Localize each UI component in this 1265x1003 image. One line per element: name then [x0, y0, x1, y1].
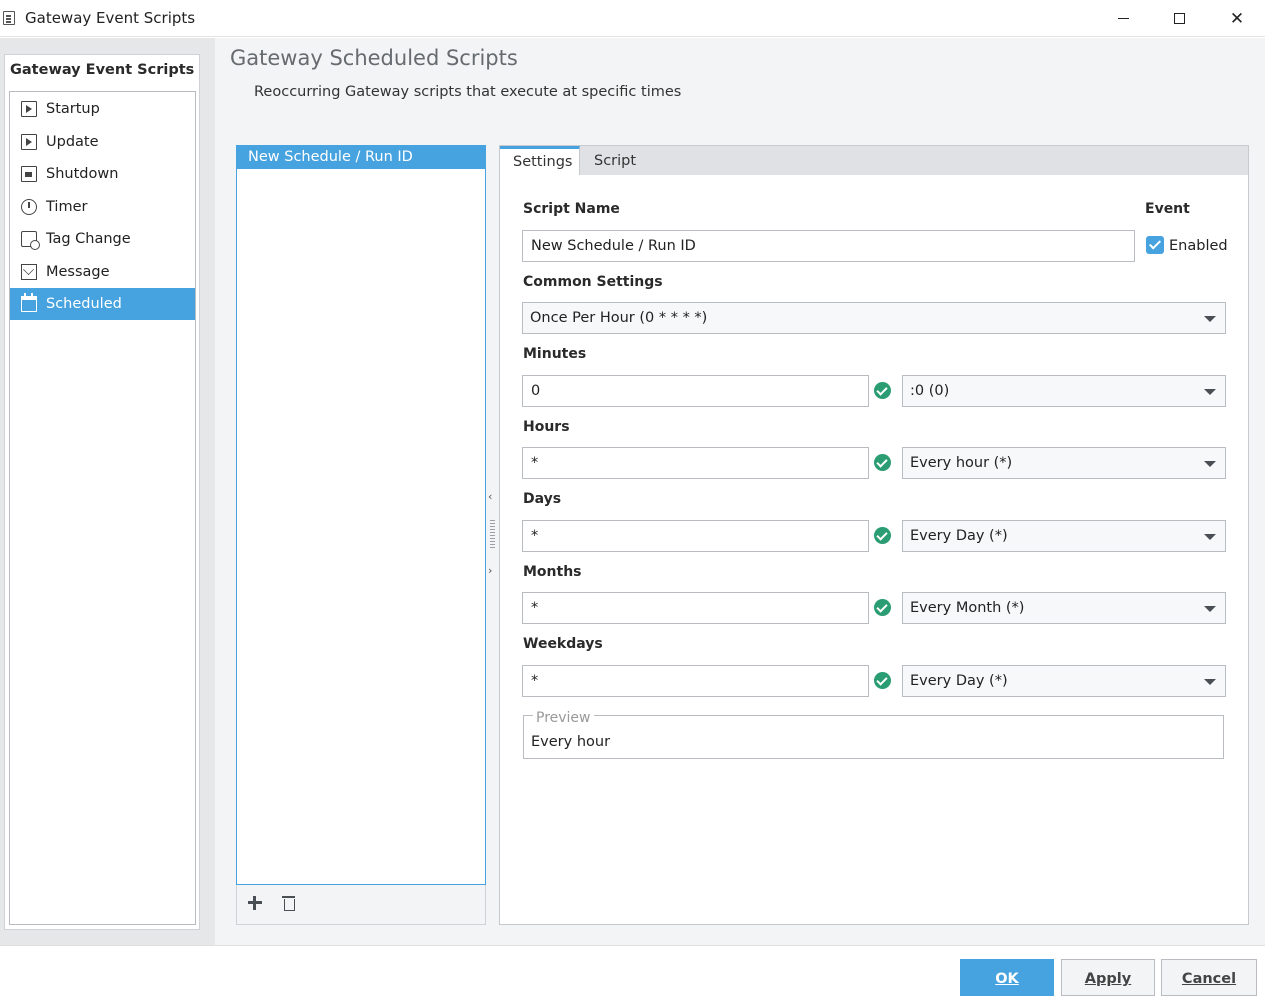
play-document-icon: [21, 101, 37, 117]
add-schedule-button[interactable]: [246, 894, 264, 912]
days-dropdown[interactable]: Every Day (*): [902, 520, 1226, 552]
months-dropdown[interactable]: Every Month (*): [902, 592, 1226, 624]
panel-splitter[interactable]: ‹ ›: [487, 490, 497, 580]
weekdays-dropdown[interactable]: Every Day (*): [902, 665, 1226, 697]
hours-dropdown-value: Every hour (*): [910, 455, 1013, 471]
collapse-right-icon[interactable]: ›: [488, 564, 492, 577]
minutes-input[interactable]: 0: [522, 375, 869, 407]
sidebar-item-update[interactable]: Update: [10, 126, 195, 158]
sidebar-list: Startup Update Shutdown Timer Tag Change…: [9, 91, 196, 925]
valid-check-icon: [874, 672, 891, 689]
sidebar-item-label: Tag Change: [46, 231, 131, 247]
sidebar-item-tag-change[interactable]: Tag Change: [10, 223, 195, 255]
weekdays-label: Weekdays: [523, 636, 603, 652]
chevron-down-icon: [1204, 534, 1216, 540]
days-input[interactable]: *: [522, 520, 869, 552]
envelope-icon: [21, 264, 37, 280]
enabled-label[interactable]: Enabled: [1169, 238, 1228, 254]
sidebar-item-label: Shutdown: [46, 166, 119, 182]
sidebar-item-label: Update: [46, 134, 99, 150]
script-name-label: Script Name: [523, 201, 620, 217]
tab-settings[interactable]: Settings: [500, 146, 580, 176]
minimize-icon: [1117, 18, 1129, 19]
list-toolbar: [236, 885, 486, 925]
maximize-icon: [1173, 13, 1185, 24]
sidebar-item-label: Message: [46, 264, 110, 280]
hours-input[interactable]: *: [522, 447, 869, 479]
days-dropdown-value: Every Day (*): [910, 528, 1008, 544]
days-label: Days: [523, 491, 562, 507]
delete-schedule-button[interactable]: [282, 895, 296, 912]
close-button[interactable]: ✕: [1209, 0, 1265, 37]
enabled-checkbox[interactable]: [1146, 236, 1164, 254]
months-input[interactable]: *: [522, 592, 869, 624]
collapse-left-icon[interactable]: ‹: [488, 490, 492, 503]
common-settings-value: Once Per Hour (0 * * * *): [530, 310, 708, 326]
hours-label: Hours: [523, 419, 570, 435]
preview-box: [523, 715, 1224, 759]
chevron-down-icon: [1204, 606, 1216, 612]
minimize-button[interactable]: [1095, 0, 1151, 37]
schedule-list[interactable]: New Schedule / Run ID: [236, 145, 486, 885]
cancel-button[interactable]: Cancel: [1161, 959, 1257, 996]
common-settings-label: Common Settings: [523, 274, 663, 290]
tag-icon: [21, 231, 40, 250]
chevron-down-icon: [1204, 679, 1216, 685]
page-subtitle: Reoccurring Gateway scripts that execute…: [254, 84, 682, 100]
sidebar-item-shutdown[interactable]: Shutdown: [10, 158, 195, 190]
hours-dropdown[interactable]: Every hour (*): [902, 447, 1226, 479]
valid-check-icon: [874, 382, 891, 399]
valid-check-icon: [874, 599, 891, 616]
app-script-icon: [3, 11, 15, 25]
play-document-icon: [21, 134, 37, 150]
tab-script[interactable]: Script: [594, 146, 636, 176]
maximize-button[interactable]: [1151, 0, 1207, 37]
minutes-label: Minutes: [523, 346, 587, 362]
chevron-down-icon: [1204, 389, 1216, 395]
weekdays-dropdown-value: Every Day (*): [910, 673, 1008, 689]
preview-text: Every hour: [531, 734, 611, 750]
sidebar-item-label: Timer: [46, 199, 88, 215]
months-label: Months: [523, 564, 582, 580]
valid-check-icon: [874, 527, 891, 544]
minutes-dropdown-value: :0 (0): [910, 383, 950, 399]
page-title: Gateway Scheduled Scripts: [230, 46, 518, 70]
weekdays-input[interactable]: *: [522, 665, 869, 697]
sidebar-item-timer[interactable]: Timer: [10, 191, 195, 223]
preview-label: Preview: [533, 710, 594, 726]
sidebar-item-startup[interactable]: Startup: [10, 93, 195, 125]
stop-document-icon: [21, 166, 37, 182]
chevron-down-icon: [1204, 316, 1216, 322]
common-settings-dropdown[interactable]: Once Per Hour (0 * * * *): [522, 302, 1226, 334]
sidebar-item-label: Startup: [46, 101, 100, 117]
months-dropdown-value: Every Month (*): [910, 600, 1025, 616]
calendar-icon: [21, 293, 37, 312]
ok-button[interactable]: OK: [960, 959, 1054, 996]
window-title: Gateway Event Scripts: [25, 9, 196, 27]
minutes-dropdown[interactable]: :0 (0): [902, 375, 1226, 407]
sidebar-item-message[interactable]: Message: [10, 256, 195, 288]
script-name-input[interactable]: New Schedule / Run ID: [522, 230, 1135, 262]
chevron-down-icon: [1204, 461, 1216, 467]
sidebar-item-label: Scheduled: [46, 296, 122, 312]
splitter-grip[interactable]: [490, 520, 495, 550]
timer-icon: [21, 199, 37, 215]
sidebar-item-scheduled[interactable]: Scheduled: [10, 288, 195, 320]
tab-strip: Settings Script: [499, 145, 1249, 176]
valid-check-icon: [874, 454, 891, 471]
apply-button[interactable]: Apply: [1061, 959, 1155, 996]
event-label: Event: [1145, 201, 1190, 217]
list-item[interactable]: New Schedule / Run ID: [237, 146, 485, 169]
sidebar-header: Gateway Event Scripts: [10, 62, 195, 78]
